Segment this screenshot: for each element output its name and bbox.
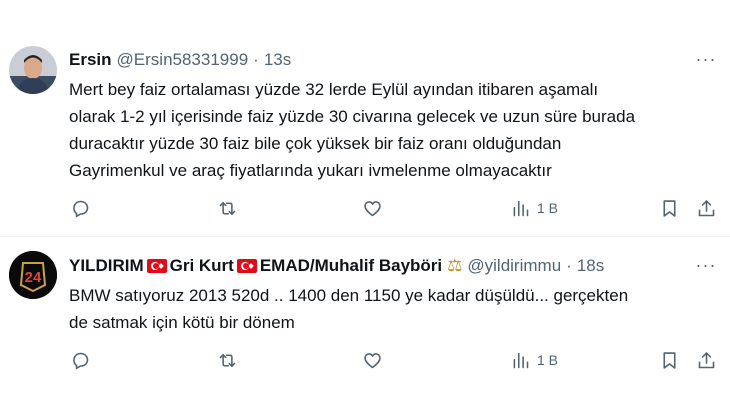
- bookmark-button[interactable]: [659, 196, 680, 220]
- share-icon: [698, 351, 715, 368]
- author-handle[interactable]: @Ersin58331999: [117, 50, 249, 70]
- analytics-icon: [513, 352, 529, 368]
- bookmark-icon: [663, 351, 676, 369]
- heart-icon: [364, 200, 381, 216]
- timestamp[interactable]: 13s: [264, 50, 291, 70]
- share-icon: [698, 199, 715, 216]
- heart-icon: [364, 352, 381, 368]
- turkey-flag-icon: [146, 259, 167, 273]
- retweet-icon: [219, 353, 236, 367]
- avatar[interactable]: 24: [9, 251, 57, 299]
- reply-button[interactable]: [70, 348, 91, 372]
- reply-button[interactable]: [70, 196, 91, 220]
- share-button[interactable]: [696, 348, 717, 372]
- timestamp[interactable]: 18s: [577, 256, 604, 276]
- more-options-icon[interactable]: ···: [694, 49, 718, 69]
- turkey-flag-icon: [236, 259, 257, 273]
- view-count: 1 B: [537, 352, 559, 368]
- bookmark-button[interactable]: [659, 348, 680, 372]
- like-button[interactable]: [362, 348, 383, 372]
- author-name-part3[interactable]: EMAD/Muhalif Bayböri: [260, 256, 442, 276]
- views-button[interactable]: 1 B: [510, 348, 558, 372]
- avatar[interactable]: [9, 46, 57, 94]
- tweet-actions: 1 B: [0, 196, 730, 220]
- separator-dot: ·: [566, 256, 572, 275]
- reply-icon: [73, 200, 89, 217]
- retweet-button[interactable]: [217, 196, 238, 220]
- scales-icon: ⚖: [447, 256, 463, 275]
- more-options-icon[interactable]: ···: [694, 255, 718, 275]
- tweet-header: Ersin @Ersin58331999 · 13s: [69, 49, 291, 71]
- views-button[interactable]: 1 B: [510, 196, 558, 220]
- like-button[interactable]: [362, 196, 383, 220]
- tweet-1[interactable]: Ersin @Ersin58331999 · 13s ··· Mert bey …: [0, 0, 730, 236]
- tweet-actions: 1 B: [0, 348, 730, 372]
- author-name[interactable]: Ersin: [69, 50, 112, 70]
- tweet-text: Mert bey faiz ortalaması yüzde 32 lerde …: [69, 80, 636, 180]
- reply-icon: [73, 352, 89, 369]
- author-name-part2[interactable]: Gri Kurt: [170, 256, 234, 276]
- retweet-icon: [219, 201, 236, 215]
- view-count: 1 B: [537, 200, 559, 216]
- retweet-button[interactable]: [217, 348, 238, 372]
- share-button[interactable]: [696, 196, 717, 220]
- separator-dot: ·: [253, 50, 259, 69]
- tweet-2[interactable]: 24 YILDIRIM Gri Kurt EMAD/Muhalif Baybör…: [0, 237, 730, 420]
- tweet-header: YILDIRIM Gri Kurt EMAD/Muhalif Bayböri ⚖…: [69, 255, 604, 277]
- avatar-badge-text: 24: [25, 269, 42, 286]
- analytics-icon: [513, 200, 529, 216]
- author-handle[interactable]: @yildirimmu: [467, 256, 561, 276]
- author-name-part1[interactable]: YILDIRIM: [69, 256, 144, 276]
- tweet-text: BMW satıyoruz 2013 520d .. 1400 den 1150…: [69, 286, 629, 332]
- bookmark-icon: [663, 199, 676, 217]
